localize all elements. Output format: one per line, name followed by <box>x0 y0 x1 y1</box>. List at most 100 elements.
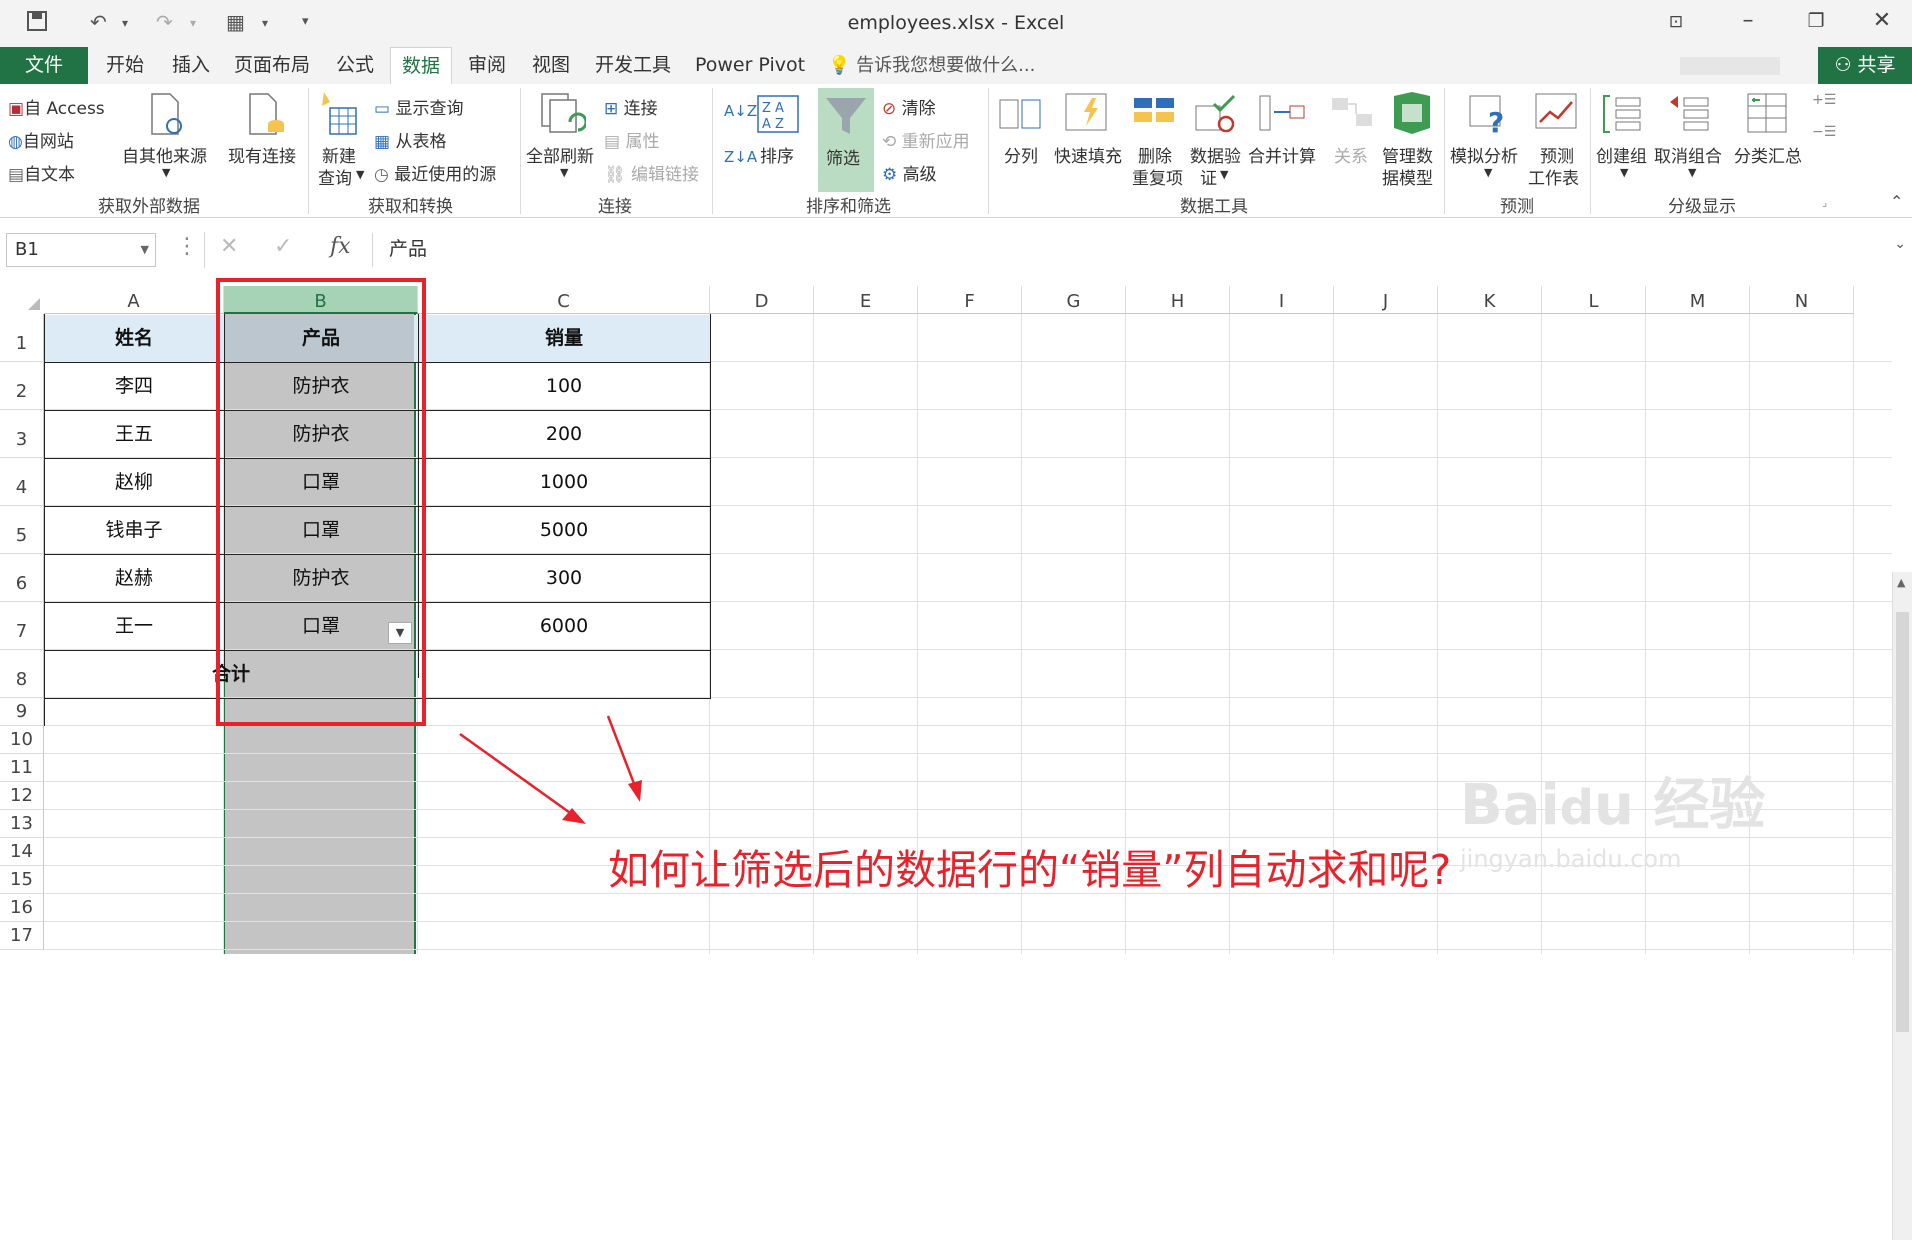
header-cell[interactable]: 销量 <box>418 314 710 362</box>
row-header-17[interactable]: 17 <box>0 922 44 950</box>
column-header-f[interactable]: F <box>918 286 1022 314</box>
column-header-n[interactable]: N <box>1750 286 1854 314</box>
refresh-dropdown-icon[interactable]: ▼ <box>560 166 568 179</box>
tab-view[interactable]: 视图 <box>522 47 580 84</box>
tab-data[interactable]: 数据 <box>390 47 452 85</box>
edit-links-button[interactable]: ⛓ 编辑链接 <box>604 160 699 185</box>
forecast-label-2[interactable]: 工作表 <box>1528 164 1579 189</box>
refresh-all-button[interactable]: 全部刷新 <box>526 142 594 167</box>
row-header-16[interactable]: 16 <box>0 894 44 922</box>
tab-file[interactable]: 文件 <box>0 47 88 84</box>
ungroup-dropdown-icon[interactable]: ▼ <box>1688 166 1696 179</box>
ribbon-display-icon[interactable]: ⊡ <box>1656 12 1696 32</box>
expand-formula-icon[interactable]: ⌄ <box>1894 236 1906 252</box>
data-cell[interactable]: 王一 <box>44 602 224 650</box>
data-cell[interactable]: 200 <box>418 410 710 458</box>
new-query-label-2[interactable]: 查询 <box>318 164 352 189</box>
row-header-2[interactable]: 2 <box>0 362 44 410</box>
column-header-c[interactable]: C <box>418 286 710 314</box>
insert-function-icon[interactable]: fx <box>330 234 351 259</box>
consolidate-button[interactable]: 合并计算 <box>1248 142 1316 167</box>
what-if-button[interactable]: 模拟分析 <box>1450 142 1518 167</box>
dialog-launcher-icon[interactable]: ⌟ <box>1822 196 1827 209</box>
column-header-m[interactable]: M <box>1646 286 1750 314</box>
recent-sources-button[interactable]: ◷ 最近使用的源 <box>374 160 496 185</box>
minimize-icon[interactable]: – <box>1728 8 1768 33</box>
tab-formulas[interactable]: 公式 <box>326 47 384 84</box>
row-header-12[interactable]: 12 <box>0 782 44 810</box>
formula-input[interactable]: 产品 <box>372 233 1912 267</box>
sort-button[interactable]: 排序 <box>760 142 794 167</box>
sort-za-icon[interactable]: Z↓A <box>724 148 757 166</box>
row-header-3[interactable]: 3 <box>0 410 44 458</box>
subtotal-button[interactable]: 分类汇总 <box>1734 142 1802 167</box>
scroll-up-icon[interactable]: ▲ <box>1897 576 1905 589</box>
show-queries-button[interactable]: ▭ 显示查询 <box>374 94 463 119</box>
name-box[interactable]: B1 ▼ <box>6 233 156 267</box>
data-cell[interactable]: 李四 <box>44 362 224 410</box>
other-sources-dropdown-icon[interactable]: ▼ <box>162 166 170 179</box>
text-to-columns-button[interactable]: 分列 <box>1004 142 1038 167</box>
row-header-11[interactable]: 11 <box>0 754 44 782</box>
more-options-icon[interactable]: ⋮ <box>176 234 198 259</box>
existing-connections-button[interactable]: 现有连接 <box>228 142 296 167</box>
sort-az-icon[interactable]: A↓Z <box>724 102 757 120</box>
column-header-i[interactable]: I <box>1230 286 1334 314</box>
scroll-thumb[interactable] <box>1896 612 1909 1032</box>
ungroup-button[interactable]: 取消组合 <box>1654 142 1722 167</box>
tab-review[interactable]: 审阅 <box>458 47 516 84</box>
column-header-h[interactable]: H <box>1126 286 1230 314</box>
row-header-10[interactable]: 10 <box>0 726 44 754</box>
connections-button[interactable]: ⊞ 连接 <box>604 94 658 119</box>
tab-home[interactable]: 开始 <box>96 47 154 84</box>
column-header-j[interactable]: J <box>1334 286 1438 314</box>
data-cell[interactable]: 300 <box>418 554 710 602</box>
close-icon[interactable]: ✕ <box>1862 8 1902 33</box>
tab-page-layout[interactable]: 页面布局 <box>228 47 316 84</box>
from-text-button[interactable]: ▤自文本 <box>8 160 75 185</box>
from-table-button[interactable]: ▦ 从表格 <box>374 127 446 152</box>
select-all-corner[interactable] <box>0 286 44 314</box>
row-header-9[interactable]: 9 <box>0 698 44 726</box>
data-cell[interactable]: 钱串子 <box>44 506 224 554</box>
row-header-15[interactable]: 15 <box>0 866 44 894</box>
new-query-dropdown-icon[interactable]: ▼ <box>356 168 364 181</box>
from-other-sources-button[interactable]: 自其他来源 <box>122 142 207 167</box>
data-validation-dropdown-icon[interactable]: ▼ <box>1220 168 1228 181</box>
tab-insert[interactable]: 插入 <box>162 47 220 84</box>
advanced-filter-button[interactable]: ⚙ 高级 <box>882 160 937 185</box>
restore-icon[interactable]: ❐ <box>1796 10 1836 32</box>
from-access-button[interactable]: ▣自 Access <box>8 94 105 119</box>
group-dropdown-icon[interactable]: ▼ <box>1620 166 1628 179</box>
column-header-g[interactable]: G <box>1022 286 1126 314</box>
clear-filter-button[interactable]: ⊘ 清除 <box>882 94 936 119</box>
relationships-button[interactable]: 关系 <box>1334 142 1368 167</box>
column-header-d[interactable]: D <box>710 286 814 314</box>
enter-icon[interactable]: ✓ <box>274 234 292 259</box>
collapse-ribbon-icon[interactable]: ⌃ <box>1890 192 1903 211</box>
row-header-7[interactable]: 7 <box>0 602 44 650</box>
column-header-e[interactable]: E <box>814 286 918 314</box>
row-header-14[interactable]: 14 <box>0 838 44 866</box>
row-header-5[interactable]: 5 <box>0 506 44 554</box>
column-header-a[interactable]: A <box>44 286 224 314</box>
properties-button[interactable]: ▤ 属性 <box>604 127 659 152</box>
data-cell[interactable]: 王五 <box>44 410 224 458</box>
row-header-4[interactable]: 4 <box>0 458 44 506</box>
reapply-button[interactable]: ⟲ 重新应用 <box>882 127 970 152</box>
hide-detail-icon[interactable]: −☰ <box>1812 124 1836 140</box>
flash-fill-button[interactable]: 快速填充 <box>1054 142 1122 167</box>
row-header-13[interactable]: 13 <box>0 810 44 838</box>
data-model-label-2[interactable]: 据模型 <box>1382 164 1433 189</box>
show-detail-icon[interactable]: +☰ <box>1812 92 1836 108</box>
what-if-dropdown-icon[interactable]: ▼ <box>1484 166 1492 179</box>
cancel-icon[interactable]: ✕ <box>220 234 238 259</box>
data-cell[interactable]: 赵柳 <box>44 458 224 506</box>
account-name[interactable] <box>1680 57 1780 75</box>
data-cell[interactable]: 5000 <box>418 506 710 554</box>
tell-me-search[interactable]: 💡 告诉我您想要做什么... <box>828 47 1035 84</box>
tab-power-pivot[interactable]: Power Pivot <box>690 47 810 84</box>
filter-button[interactable]: 筛选 <box>818 88 874 192</box>
row-header-1[interactable]: 1 <box>0 314 44 362</box>
data-validation-label-2[interactable]: 证 <box>1200 164 1217 189</box>
